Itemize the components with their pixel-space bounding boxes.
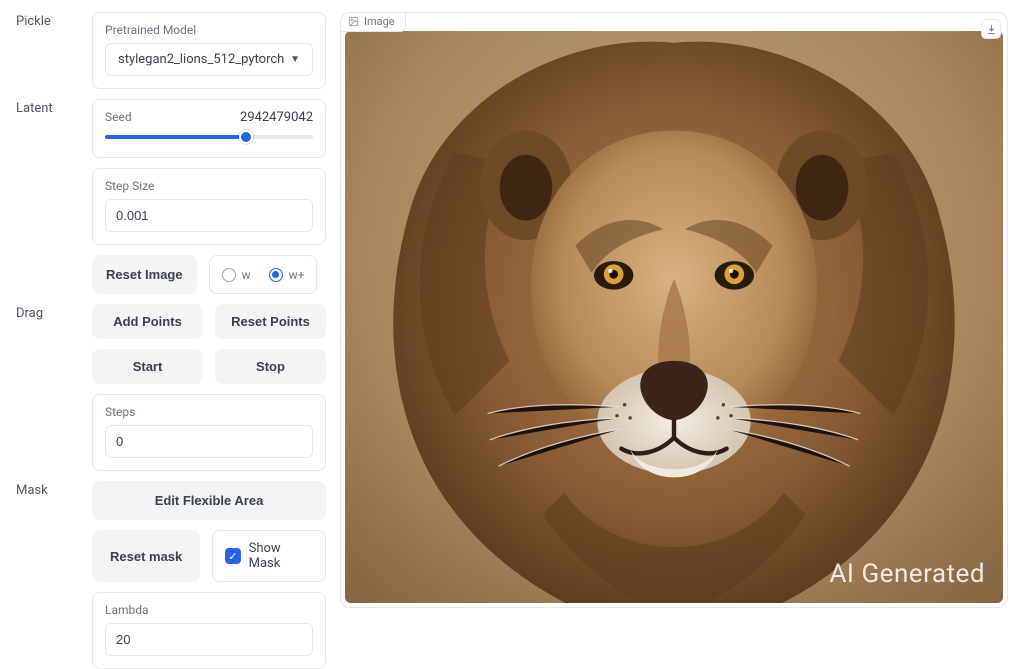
seed-value: 2942479042 [240, 110, 313, 125]
steps-label: Steps [105, 405, 313, 419]
pretrained-model-value: stylegan2_lions_512_pytorch [118, 52, 284, 67]
generated-image[interactable]: AI Generated [345, 31, 1003, 603]
seed-label: Seed [105, 110, 132, 124]
image-column: Image [340, 12, 1008, 620]
lambda-input[interactable] [105, 623, 313, 656]
section-label-drag: Drag [16, 304, 86, 471]
radio-wplus[interactable]: w+ [269, 268, 305, 282]
latent-mode-radio-group: w w+ [209, 255, 318, 294]
controls-column: Pickle Pretrained Model stylegan2_lions_… [16, 12, 326, 620]
lion-illustration [345, 31, 1003, 603]
lambda-label: Lambda [105, 603, 313, 617]
edit-flexible-area-button[interactable]: Edit Flexible Area [92, 481, 326, 520]
step-size-input[interactable] [105, 199, 313, 232]
pretrained-model-label: Pretrained Model [105, 23, 313, 37]
radio-w-label: w [242, 268, 251, 282]
section-label-pickle: Pickle [16, 12, 86, 89]
checkbox-checked-icon: ✓ [225, 548, 240, 564]
reset-and-mode-row: Reset Image w w+ [92, 255, 326, 294]
pickle-card: Pretrained Model stylegan2_lions_512_pyt… [92, 12, 326, 89]
download-icon [986, 24, 997, 35]
radio-circle-checked-icon [269, 268, 283, 282]
image-card: Image [340, 12, 1008, 608]
image-tag: Image [340, 12, 406, 32]
reset-points-button[interactable]: Reset Points [215, 304, 326, 339]
reset-image-button[interactable]: Reset Image [92, 255, 197, 294]
pretrained-model-select[interactable]: stylegan2_lions_512_pytorch ▼ [105, 43, 313, 76]
section-drag: Drag Add Points Reset Points Start Stop … [16, 304, 326, 471]
lambda-card: Lambda [92, 592, 326, 669]
image-watermark: AI Generated [829, 559, 985, 589]
show-mask-toggle[interactable]: ✓ Show Mask [212, 530, 326, 582]
reset-mask-button[interactable]: Reset mask [92, 530, 200, 582]
steps-card: Steps [92, 394, 326, 471]
download-button[interactable] [981, 19, 1001, 39]
image-icon [348, 16, 359, 27]
image-tag-label: Image [364, 15, 395, 28]
section-latent: Latent Seed 2942479042 Step Size [16, 99, 326, 294]
step-size-label: Step Size [105, 179, 313, 193]
slider-thumb[interactable] [239, 130, 253, 144]
section-mask: Mask Edit Flexible Area Reset mask ✓ Sho… [16, 481, 326, 669]
start-button[interactable]: Start [92, 349, 203, 384]
radio-wplus-label: w+ [289, 268, 305, 282]
section-label-mask: Mask [16, 481, 86, 669]
add-points-button[interactable]: Add Points [92, 304, 203, 339]
radio-circle-icon [222, 268, 236, 282]
seed-card: Seed 2942479042 [92, 99, 326, 158]
stop-button[interactable]: Stop [215, 349, 326, 384]
section-label-latent: Latent [16, 99, 86, 294]
radio-w[interactable]: w [222, 268, 251, 282]
seed-slider[interactable] [105, 129, 313, 145]
chevron-down-icon: ▼ [290, 54, 300, 65]
steps-input[interactable] [105, 425, 313, 458]
app-root: Pickle Pretrained Model stylegan2_lions_… [0, 0, 1024, 620]
show-mask-label: Show Mask [249, 541, 313, 571]
step-size-card: Step Size [92, 168, 326, 245]
section-pickle: Pickle Pretrained Model stylegan2_lions_… [16, 12, 326, 89]
